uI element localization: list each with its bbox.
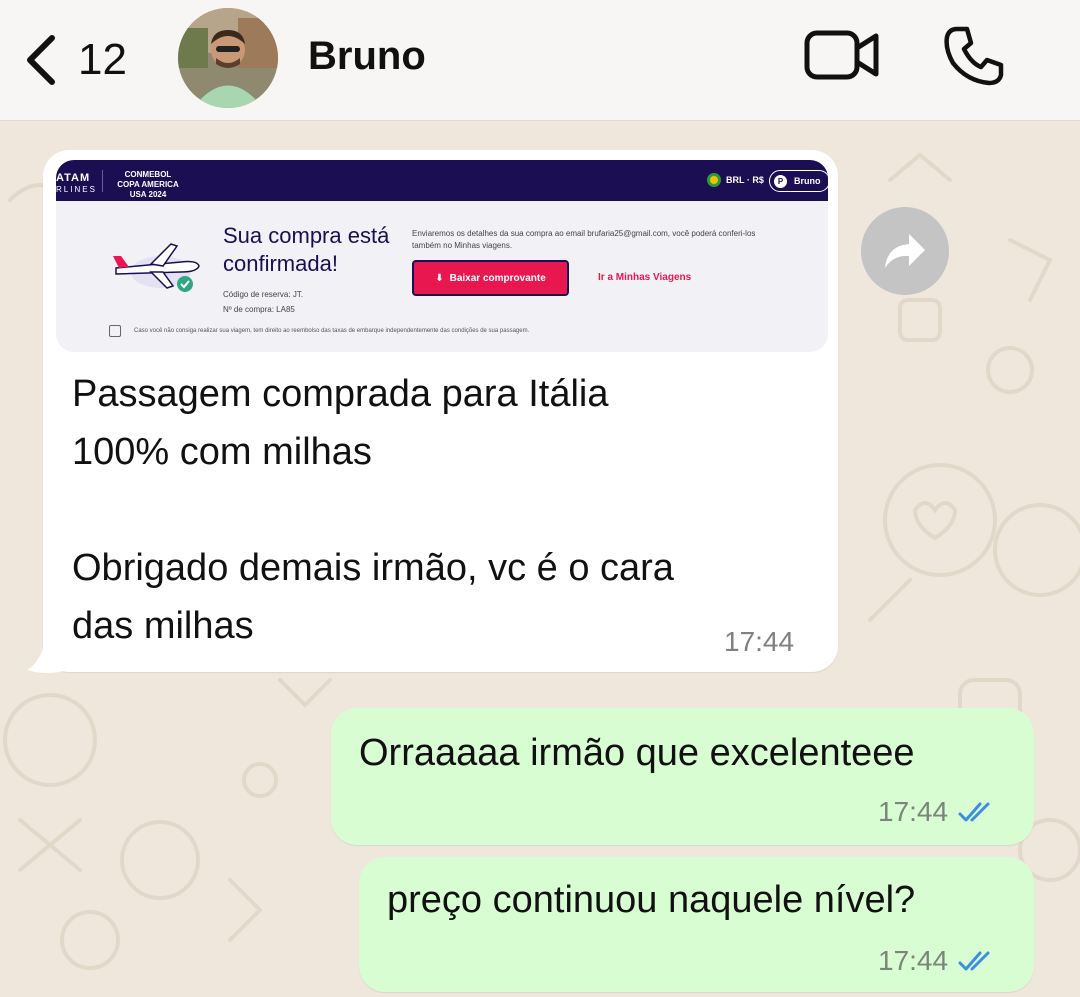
preview-user-chip: P Bruno bbox=[769, 170, 828, 192]
preview-download-label: Baixar comprovante bbox=[449, 272, 546, 284]
phone-call-icon bbox=[944, 26, 1004, 86]
preview-brand-sub: RLINES bbox=[56, 185, 97, 194]
incoming-message-text: Passagem comprada para Itália 100% com m… bbox=[72, 373, 674, 647]
preview-currency: BRL · R$ bbox=[707, 173, 764, 187]
notice-icon bbox=[109, 325, 121, 337]
contact-avatar[interactable] bbox=[178, 8, 278, 108]
forward-icon bbox=[885, 234, 925, 268]
outgoing-message-time: 17:44 bbox=[878, 945, 949, 976]
back-chevron-icon bbox=[27, 35, 55, 85]
chat-header: 12 Bruno bbox=[0, 0, 1080, 121]
back-button[interactable]: 12 bbox=[20, 28, 130, 92]
airplane-icon bbox=[113, 243, 200, 292]
preview-copa-label: CONMEBOL COPA AMERICA USA 2024 bbox=[117, 170, 179, 199]
outgoing-message-meta: 17:44 bbox=[878, 796, 998, 828]
double-check-icon bbox=[958, 951, 990, 971]
preview-title: Sua compra está confirmada! bbox=[223, 222, 389, 278]
preview-title-line2: confirmada! bbox=[223, 251, 338, 276]
user-icon: P bbox=[774, 174, 787, 188]
outgoing-message-time: 17:44 bbox=[878, 796, 949, 827]
incoming-message-time: 17:44 bbox=[724, 626, 795, 657]
unread-count: 12 bbox=[78, 35, 127, 84]
preview-compra: Nº de compra: LA85 bbox=[223, 305, 295, 314]
preview-topbar: ATAM RLINES CONMEBOL COPA AMERICA USA 20… bbox=[56, 160, 828, 201]
outgoing-message-meta: 17:44 bbox=[878, 945, 998, 977]
preview-detail-text: Enviaremos os detalhes da sua compra ao … bbox=[412, 229, 756, 250]
preview-reserva: Código de reserva: JT. bbox=[223, 290, 304, 299]
preview-download-button: ⬇ Baixar comprovante bbox=[412, 260, 569, 296]
preview-brand: ATAM bbox=[56, 172, 91, 184]
voice-call-button[interactable] bbox=[943, 25, 1005, 87]
outgoing-message-text: preço continuou naquele nível? bbox=[387, 879, 916, 921]
double-check-icon bbox=[958, 802, 990, 822]
preview-currency-label: BRL · R$ bbox=[726, 175, 764, 185]
preview-minhas-link: Ir a Minhas Viagens bbox=[598, 272, 692, 283]
forward-button[interactable] bbox=[861, 207, 949, 295]
outgoing-message-bubble[interactable]: Orraaaaa irmão que excelenteee 17:44 bbox=[331, 708, 1034, 845]
preview-divider bbox=[102, 170, 103, 192]
preview-notice: Caso você não consiga realizar sua viage… bbox=[134, 328, 530, 334]
preview-title-line1: Sua compra está bbox=[223, 223, 390, 248]
incoming-bubble-tail bbox=[27, 640, 67, 673]
video-call-button[interactable] bbox=[804, 28, 880, 84]
preview-user-name: Bruno bbox=[794, 176, 821, 186]
outgoing-message-text: Orraaaaa irmão que excelenteee bbox=[359, 732, 915, 774]
download-icon: ⬇ bbox=[435, 272, 444, 284]
contact-name[interactable]: Bruno bbox=[308, 34, 426, 79]
video-call-icon bbox=[804, 30, 879, 80]
image-attachment[interactable]: ATAM RLINES CONMEBOL COPA AMERICA USA 20… bbox=[56, 160, 828, 352]
avatar-photo bbox=[178, 8, 278, 108]
brazil-flag-icon bbox=[707, 173, 721, 187]
outgoing-message-bubble[interactable]: preço continuou naquele nível? 17:44 bbox=[359, 857, 1034, 992]
